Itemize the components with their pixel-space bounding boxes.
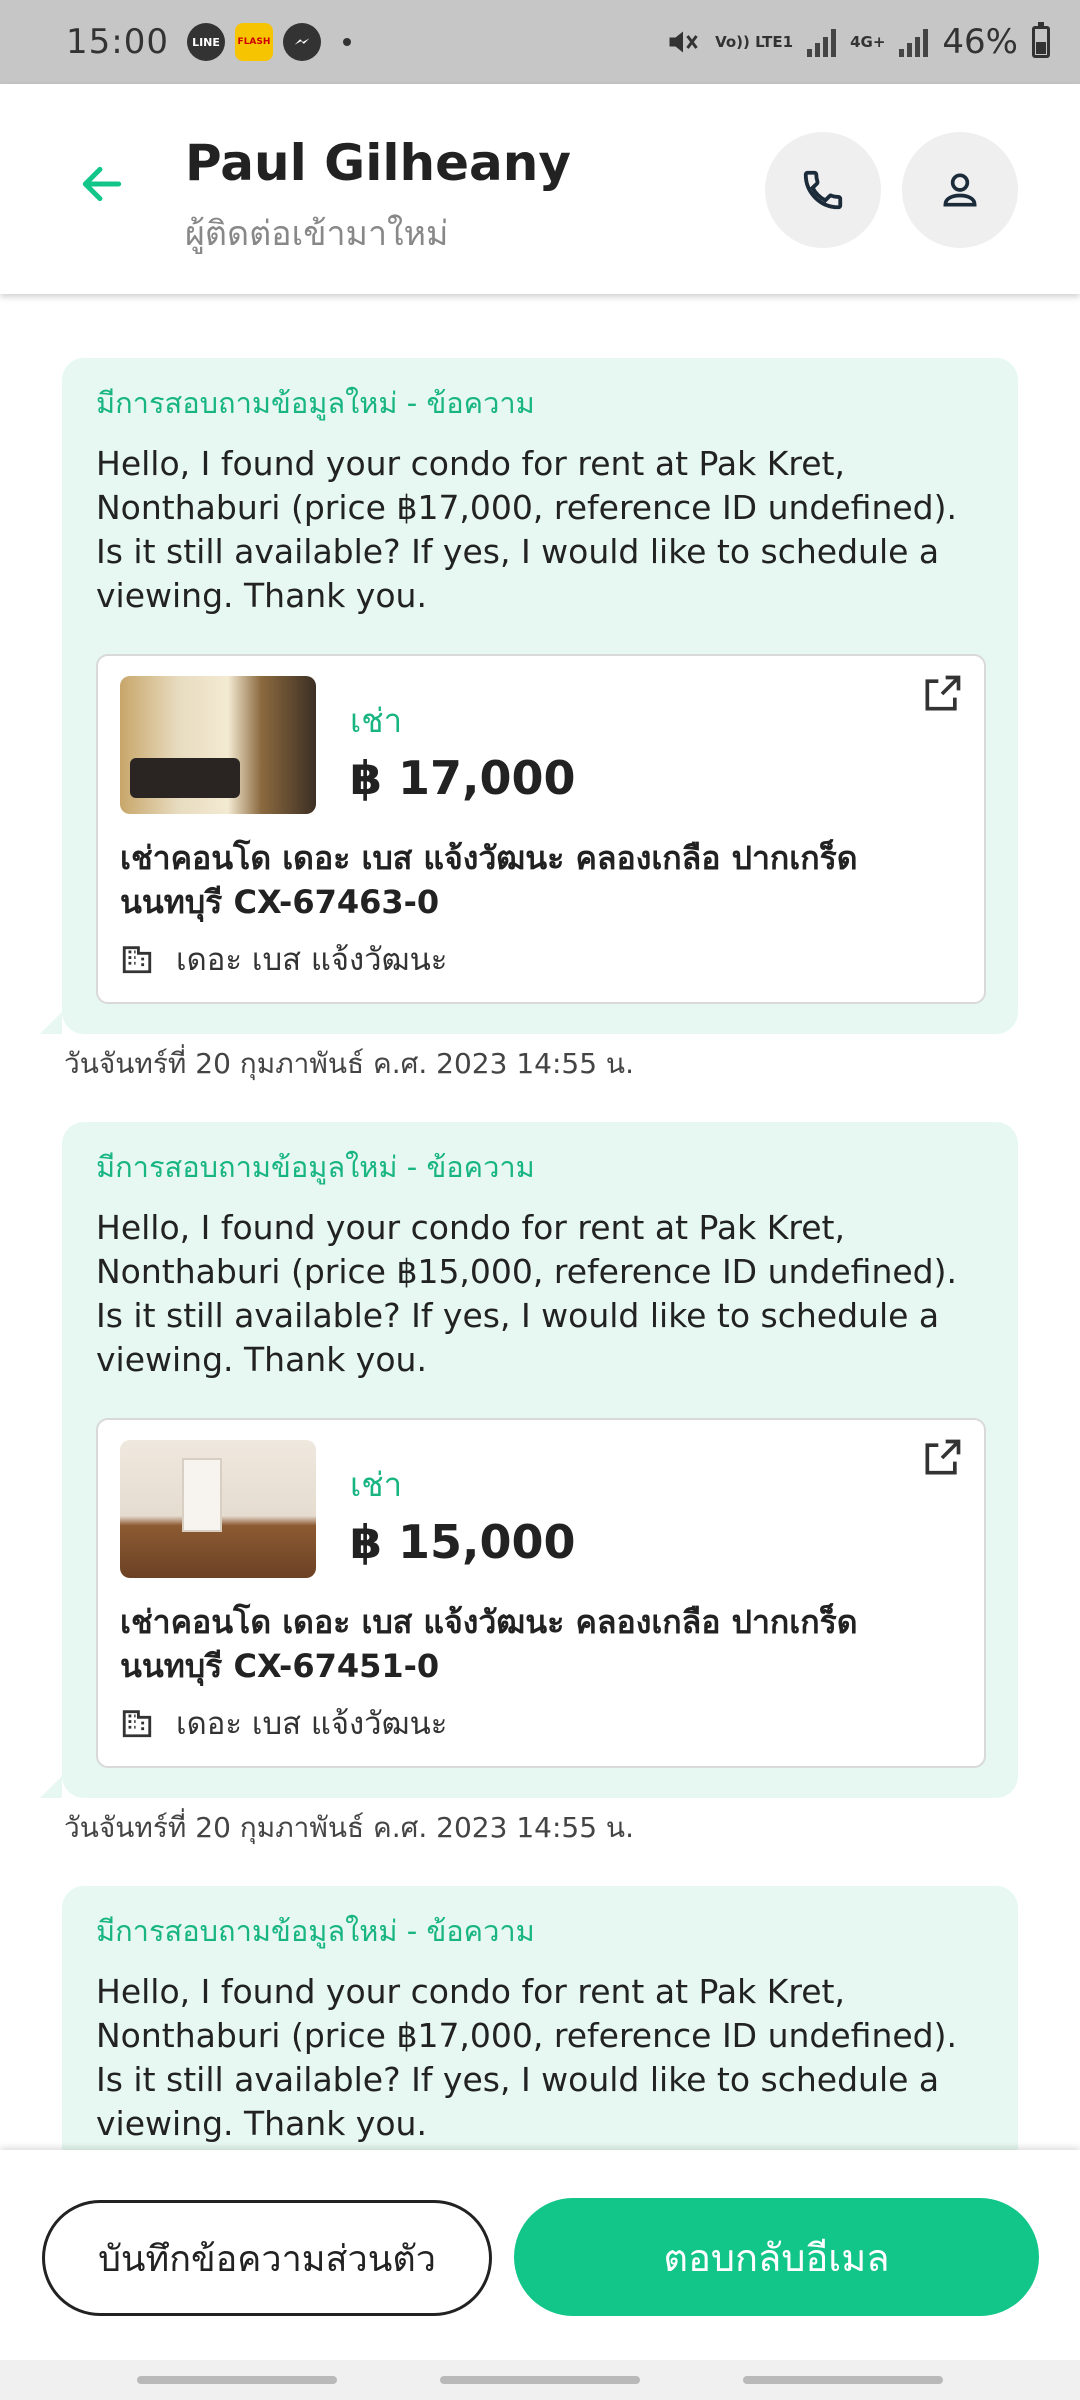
nav-home-handle[interactable] bbox=[440, 2376, 640, 2384]
nav-back-handle[interactable] bbox=[743, 2376, 943, 2384]
listing-title: เช่าคอนโด เดอะ เบส แจ้งวัฒนะ คลองเกลือ ป… bbox=[120, 839, 858, 921]
message-title: มีการสอบถามข้อมูลใหม่ - ข้อความ bbox=[96, 1914, 535, 1948]
message-title: มีการสอบถามข้อมูลใหม่ - ข้อความ bbox=[96, 386, 535, 420]
phone-icon bbox=[803, 170, 843, 210]
battery-icon bbox=[1032, 22, 1050, 58]
line-app-icon: LINE bbox=[186, 23, 225, 61]
private-note-button[interactable]: บันทึกข้อความส่วนตัว bbox=[42, 2200, 492, 2316]
contact-name: Paul Gilheany bbox=[185, 134, 571, 192]
listing-photo bbox=[120, 1440, 316, 1578]
network-type-2: 4G+ bbox=[850, 33, 886, 51]
call-button[interactable] bbox=[765, 132, 881, 248]
more-notifications-dot bbox=[342, 38, 351, 46]
nav-recents-handle[interactable] bbox=[137, 2376, 337, 2384]
listing-type: เช่า bbox=[350, 701, 403, 740]
listing-title: เช่าคอนโด เดอะ เบส แจ้งวัฒนะ คลองเกลือ ป… bbox=[120, 1603, 858, 1685]
message-text: Hello, I found your condo for rent at Pa… bbox=[96, 444, 957, 615]
bottom-action-bar: บันทึกข้อความส่วนตัว ตอบกลับอีเมล bbox=[0, 2150, 1080, 2360]
notification-icons: LINE FLASH bbox=[186, 23, 351, 61]
building-icon bbox=[122, 946, 152, 974]
reply-email-button[interactable]: ตอบกลับอีเมล bbox=[514, 2198, 1039, 2316]
listing-photo bbox=[120, 676, 316, 814]
message-timestamp: วันจันทร์ที่ 20 กุมภาพันธ์ ค.ศ. 2023 14:… bbox=[64, 1811, 634, 1844]
message-timestamp: วันจันทร์ที่ 20 กุมภาพันธ์ ค.ศ. 2023 14:… bbox=[64, 1047, 634, 1080]
battery-percent: 46% bbox=[942, 22, 1018, 62]
listing-type: เช่า bbox=[350, 1465, 403, 1504]
back-arrow-icon bbox=[82, 166, 122, 202]
listing-project: เดอะ เบส แจ้งวัฒนะ bbox=[120, 1698, 964, 1748]
status-bar: 15:00 LINE FLASH Vo)) LTE1 4G+ 46% bbox=[0, 0, 1080, 84]
listing-project-name: เดอะ เบส แจ้งวัฒนะ bbox=[176, 1706, 448, 1742]
external-link-icon[interactable] bbox=[920, 1436, 964, 1480]
messenger-icon bbox=[282, 23, 321, 61]
listing-card[interactable]: เช่า ฿ 15,000 เช่าคอนโด เดอะ เบส แจ้งวัฒ… bbox=[96, 1418, 986, 1768]
listing-project-name: เดอะ เบส แจ้งวัฒนะ bbox=[176, 942, 448, 978]
contact-profile-button[interactable] bbox=[902, 132, 1018, 248]
message-bubble: มีการสอบถามข้อมูลใหม่ - ข้อความ Hello, I… bbox=[40, 1122, 1018, 1798]
message-bubble: มีการสอบถามข้อมูลใหม่ - ข้อความ Hello, I… bbox=[62, 1886, 1018, 2150]
status-time: 15:00 bbox=[66, 22, 169, 62]
person-icon bbox=[943, 173, 977, 207]
status-right: Vo)) LTE1 4G+ 46% bbox=[665, 22, 1050, 62]
message-bubble: มีการสอบถามข้อมูลใหม่ - ข้อความ Hello, I… bbox=[40, 358, 1018, 1034]
flash-app-icon: FLASH bbox=[234, 23, 273, 61]
message-text: Hello, I found your condo for rent at Pa… bbox=[96, 1972, 957, 2143]
listing-price: ฿ 15,000 bbox=[350, 1515, 576, 1569]
system-nav-bar bbox=[0, 2360, 1080, 2400]
message-title: มีการสอบถามข้อมูลใหม่ - ข้อความ bbox=[96, 1150, 535, 1184]
listing-card[interactable]: เช่า ฿ 17,000 เช่าคอนโด เดอะ เบส แจ้งวัฒ… bbox=[96, 654, 986, 1004]
listing-project: เดอะ เบส แจ้งวัฒนะ bbox=[120, 934, 964, 984]
chat-header: Paul Gilheany ผู้ติดต่อเข้ามาใหม่ bbox=[0, 84, 1080, 294]
signal-bars-2-icon bbox=[899, 27, 929, 57]
external-link-icon[interactable] bbox=[920, 672, 964, 716]
back-button[interactable] bbox=[72, 154, 132, 214]
building-icon bbox=[122, 1710, 152, 1738]
message-list[interactable]: มีการสอบถามข้อมูลใหม่ - ข้อความ Hello, I… bbox=[0, 294, 1080, 2150]
message-text: Hello, I found your condo for rent at Pa… bbox=[96, 1208, 957, 1379]
signal-bars-1-icon bbox=[807, 27, 837, 57]
contact-status: ผู้ติดต่อเข้ามาใหม่ bbox=[185, 214, 449, 254]
listing-price: ฿ 17,000 bbox=[350, 751, 576, 805]
network-type-1: Vo)) LTE1 bbox=[715, 33, 794, 51]
mute-icon bbox=[669, 31, 698, 53]
